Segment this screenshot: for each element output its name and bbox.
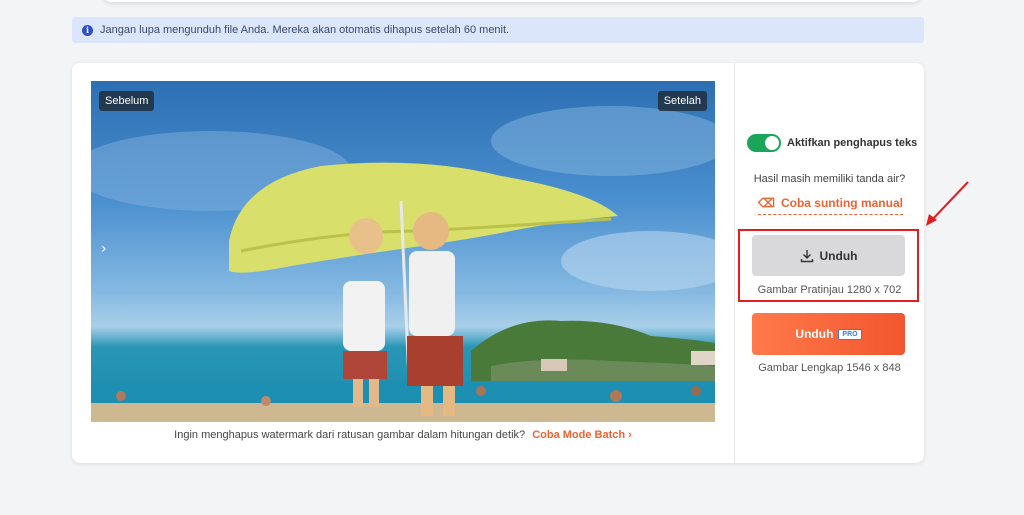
result-card: Sebelum Setelah › Ingin menghapus waterm… [72, 63, 924, 463]
download-pro-label: Unduh [795, 327, 834, 341]
download-icon [800, 249, 813, 262]
pro-badge: PRO [838, 328, 862, 340]
watermark-question: Hasil masih memiliki tanda air? [753, 173, 906, 185]
text-remover-toggle-label: Aktifkan penghapus teks [787, 137, 918, 149]
info-icon: i [82, 24, 93, 36]
manual-edit-link[interactable]: ⌫ Coba sunting manual [758, 196, 903, 215]
after-label: Setelah [657, 91, 707, 111]
notice-text: Jangan lupa mengunduh file Anda. Mereka … [100, 24, 510, 36]
text-remover-toggle-row: Aktifkan penghapus teks [747, 134, 917, 152]
beach-photo [91, 106, 715, 422]
full-size-info: Gambar Lengkap 1546 x 848 [758, 362, 901, 374]
panel-divider [734, 63, 735, 463]
download-preview-label: Unduh [819, 248, 858, 263]
text-remover-toggle[interactable] [747, 134, 781, 152]
batch-mode-link-label: Coba Mode Batch [532, 429, 626, 441]
chevron-right-icon: › [628, 429, 632, 441]
eraser-icon: ⌫ [758, 196, 775, 210]
annotation-arrow-icon [926, 181, 969, 226]
manual-edit-link-label: Coba sunting manual [780, 196, 903, 210]
before-after-image[interactable]: Sebelum Setelah › [91, 81, 715, 422]
batch-promo-text: Ingin menghapus watermark dari ratusan g… [174, 429, 526, 441]
compare-slider-arrow-icon[interactable]: › [101, 241, 107, 257]
batch-mode-link[interactable]: Coba Mode Batch › [532, 429, 632, 441]
previous-card-edge [103, 0, 921, 2]
batch-mode-promo: Ingin menghapus watermark dari ratusan g… [91, 429, 715, 441]
before-label: Sebelum [99, 91, 155, 111]
download-full-pro-button[interactable]: Unduh PRO [752, 313, 905, 355]
preview-size-info: Gambar Pratinjau 1280 x 702 [757, 284, 902, 296]
download-preview-button[interactable]: Unduh [752, 235, 905, 276]
auto-delete-notice: i Jangan lupa mengunduh file Anda. Merek… [72, 17, 924, 43]
